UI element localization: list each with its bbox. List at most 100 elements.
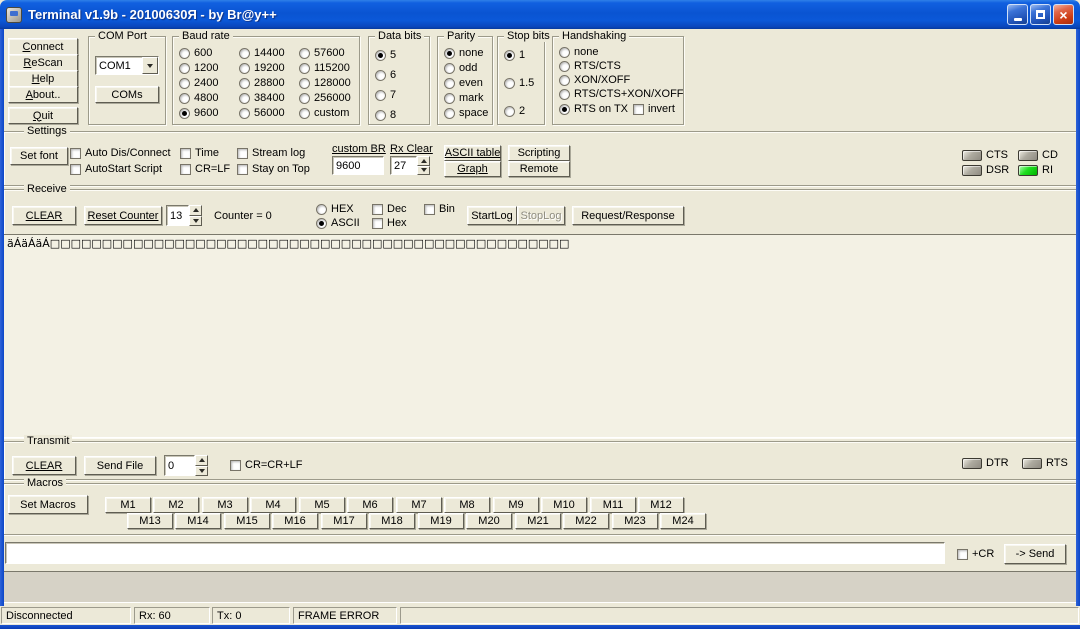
spin-up-button[interactable] bbox=[189, 205, 202, 216]
radio-baud-9600[interactable]: 9600 bbox=[179, 107, 218, 119]
transmit-display[interactable] bbox=[3, 571, 1077, 603]
radio-baud-28800[interactable]: 28800 bbox=[239, 77, 285, 89]
custom-br-input[interactable] bbox=[332, 156, 384, 175]
macro-button-m22[interactable]: M22 bbox=[563, 513, 609, 529]
radio-baud-115200[interactable]: 115200 bbox=[299, 62, 350, 74]
checkbox-autostart-script[interactable]: AutoStart Script bbox=[70, 163, 162, 175]
titlebar[interactable]: Terminal v1.9b - 20100630Я - by Br@y++ × bbox=[0, 0, 1080, 29]
ascii-table-button[interactable]: ASCII table bbox=[444, 145, 501, 161]
radio-hs-rts-cts[interactable]: RTS/CTS bbox=[559, 60, 621, 72]
checkbox-plus-cr[interactable]: +CR bbox=[957, 548, 994, 560]
startlog-button[interactable]: StartLog bbox=[467, 206, 517, 225]
radio-baud-600[interactable]: 600 bbox=[179, 47, 212, 59]
radio-baud-1200[interactable]: 1200 bbox=[179, 62, 218, 74]
checkbox-cr-cr-lf[interactable]: CR=CR+LF bbox=[230, 459, 302, 471]
macro-button-m23[interactable]: M23 bbox=[612, 513, 658, 529]
transmit-spinner[interactable] bbox=[164, 455, 208, 476]
radio-stopbits-2[interactable]: 2 bbox=[504, 105, 525, 117]
macro-button-m1[interactable]: M1 bbox=[105, 497, 151, 513]
rx-clear-label[interactable]: Rx Clear bbox=[390, 143, 433, 155]
rescan-button[interactable]: ReScan bbox=[8, 54, 78, 71]
radio-hs-rts-on-tx[interactable]: RTS on TX bbox=[559, 103, 628, 115]
request-response-button[interactable]: Request/Response bbox=[572, 206, 684, 225]
spin-down-button[interactable] bbox=[195, 466, 208, 477]
radio-hs-none[interactable]: none bbox=[559, 46, 598, 58]
radio-baud-14400[interactable]: 14400 bbox=[239, 47, 285, 59]
spin-up-button[interactable] bbox=[417, 156, 430, 166]
checkbox-hex[interactable]: Hex bbox=[372, 217, 407, 229]
macro-button-m7[interactable]: M7 bbox=[396, 497, 442, 513]
macro-button-m15[interactable]: M15 bbox=[224, 513, 270, 529]
rx-clear-spinner[interactable] bbox=[390, 156, 430, 175]
close-button[interactable]: × bbox=[1053, 4, 1074, 25]
transmit-clear-button[interactable]: CLEAR bbox=[12, 456, 76, 475]
radio-parity-odd[interactable]: odd bbox=[444, 62, 477, 74]
checkbox-bin[interactable]: Bin bbox=[424, 203, 455, 215]
radio-baud-2400[interactable]: 2400 bbox=[179, 77, 218, 89]
radio-hs-xon-xoff[interactable]: XON/XOFF bbox=[559, 74, 630, 86]
radio-parity-none[interactable]: none bbox=[444, 47, 483, 59]
coms-button[interactable]: COMs bbox=[95, 86, 159, 103]
receive-spinner-value[interactable] bbox=[167, 206, 188, 225]
radio-baud-19200[interactable]: 19200 bbox=[239, 62, 285, 74]
radio-parity-even[interactable]: even bbox=[444, 77, 483, 89]
remote-button[interactable]: Remote bbox=[508, 161, 570, 177]
radio-hex[interactable]: HEX bbox=[316, 203, 354, 215]
reset-counter-button[interactable]: Reset Counter bbox=[84, 206, 162, 225]
radio-databits-7[interactable]: 7 bbox=[375, 89, 396, 101]
quit-button[interactable]: Quit bbox=[8, 107, 78, 124]
macro-button-m11[interactable]: M11 bbox=[590, 497, 636, 513]
receive-clear-button[interactable]: CLEAR bbox=[12, 206, 76, 225]
macro-button-m18[interactable]: M18 bbox=[369, 513, 415, 529]
macro-button-m6[interactable]: M6 bbox=[347, 497, 393, 513]
macro-button-m13[interactable]: M13 bbox=[127, 513, 173, 529]
macro-button-m10[interactable]: M10 bbox=[541, 497, 587, 513]
send-button[interactable]: -> Send bbox=[1004, 544, 1066, 564]
macro-button-m19[interactable]: M19 bbox=[418, 513, 464, 529]
macro-button-m17[interactable]: M17 bbox=[321, 513, 367, 529]
checkbox-time[interactable]: Time bbox=[180, 147, 219, 159]
com-port-dropdown-button[interactable] bbox=[142, 57, 158, 74]
macro-button-m12[interactable]: M12 bbox=[638, 497, 684, 513]
macro-button-m24[interactable]: M24 bbox=[660, 513, 706, 529]
send-file-button[interactable]: Send File bbox=[84, 456, 156, 475]
scripting-button[interactable]: Scripting bbox=[508, 145, 570, 161]
macro-button-m3[interactable]: M3 bbox=[202, 497, 248, 513]
radio-stopbits-1[interactable]: 1 bbox=[504, 49, 525, 61]
radio-baud-custom[interactable]: custom bbox=[299, 107, 349, 119]
radio-databits-5[interactable]: 5 bbox=[375, 49, 396, 61]
spin-down-button[interactable] bbox=[189, 216, 202, 227]
radio-baud-256000[interactable]: 256000 bbox=[299, 92, 351, 104]
macro-button-m9[interactable]: M9 bbox=[493, 497, 539, 513]
minimize-button[interactable] bbox=[1007, 4, 1028, 25]
checkbox-auto-disconnect[interactable]: Auto Dis/Connect bbox=[70, 147, 171, 159]
macro-button-m16[interactable]: M16 bbox=[272, 513, 318, 529]
radio-hs-rts-cts-xon[interactable]: RTS/CTS+XON/XOFF bbox=[559, 88, 684, 100]
transmit-spinner-value[interactable] bbox=[165, 456, 194, 475]
macro-button-m4[interactable]: M4 bbox=[250, 497, 296, 513]
about-button[interactable]: About.. bbox=[8, 86, 78, 103]
radio-baud-4800[interactable]: 4800 bbox=[179, 92, 218, 104]
graph-button[interactable]: Graph bbox=[444, 161, 501, 177]
com-port-select[interactable]: COM1 bbox=[95, 56, 159, 75]
rx-clear-value[interactable] bbox=[391, 157, 416, 174]
macro-button-m5[interactable]: M5 bbox=[299, 497, 345, 513]
checkbox-stream-log[interactable]: Stream log bbox=[237, 147, 305, 159]
receive-spinner[interactable] bbox=[166, 205, 202, 226]
radio-baud-38400[interactable]: 38400 bbox=[239, 92, 285, 104]
radio-databits-6[interactable]: 6 bbox=[375, 69, 396, 81]
radio-baud-56000[interactable]: 56000 bbox=[239, 107, 285, 119]
send-input[interactable] bbox=[5, 542, 945, 564]
custom-br-label[interactable]: custom BR bbox=[332, 143, 386, 155]
radio-ascii[interactable]: ASCII bbox=[316, 217, 360, 229]
radio-baud-128000[interactable]: 128000 bbox=[299, 77, 351, 89]
macro-button-m20[interactable]: M20 bbox=[466, 513, 512, 529]
macro-button-m8[interactable]: M8 bbox=[444, 497, 490, 513]
spin-up-button[interactable] bbox=[195, 455, 208, 466]
macro-button-m14[interactable]: M14 bbox=[175, 513, 221, 529]
checkbox-stay-on-top[interactable]: Stay on Top bbox=[237, 163, 310, 175]
radio-stopbits-1-5[interactable]: 1.5 bbox=[504, 77, 534, 89]
help-button[interactable]: Help bbox=[8, 70, 78, 87]
set-font-button[interactable]: Set font bbox=[10, 147, 68, 165]
radio-baud-57600[interactable]: 57600 bbox=[299, 47, 345, 59]
